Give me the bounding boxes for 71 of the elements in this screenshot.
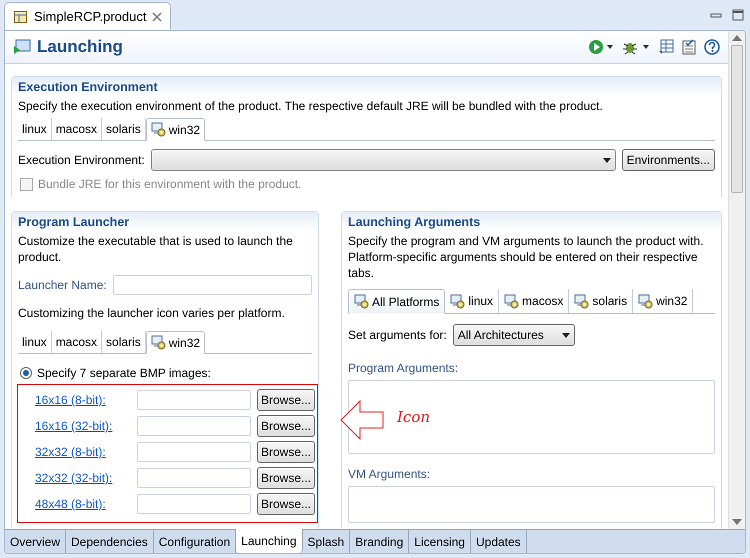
launcher-name-field[interactable] — [112, 275, 312, 295]
image-size-link[interactable]: 48x48 (8-bit): — [35, 497, 137, 511]
editor-page-tab[interactable]: Dependencies — [66, 530, 154, 553]
field-label: Launcher Name: — [18, 278, 107, 292]
environments-button[interactable]: Environments... — [622, 149, 715, 171]
close-icon[interactable] — [152, 12, 162, 22]
monitor-gear-icon — [150, 335, 166, 350]
product-file-icon — [13, 9, 28, 24]
image-path-field[interactable] — [137, 468, 251, 488]
program-arguments-field[interactable] — [348, 380, 715, 454]
vertical-scrollbar[interactable] — [728, 31, 745, 529]
monitor-gear-icon — [504, 294, 520, 308]
radio-label: Specify 7 separate BMP images: — [37, 366, 211, 380]
monitor-gear-icon — [354, 294, 369, 309]
browse-button[interactable]: Browse... — [257, 441, 316, 463]
field-label: Program Arguments: — [347, 360, 460, 377]
monitor-gear-icon — [150, 122, 166, 137]
section-description: Customize the executable that is used to launch the product. — [17, 233, 294, 266]
image-size-link[interactable]: 32x32 (8-bit): — [35, 445, 137, 459]
platform-tab[interactable]: All Platforms — [348, 289, 446, 314]
image-size-link[interactable]: 16x16 (8-bit): — [35, 393, 137, 407]
editor-page-tab[interactable]: Overview — [5, 530, 66, 553]
field-label: Execution Environment: — [18, 153, 145, 167]
image-size-link[interactable]: 32x32 (32-bit): — [35, 471, 137, 485]
monitor-gear-icon — [450, 294, 466, 308]
browse-button[interactable]: Browse... — [257, 493, 316, 515]
section-title: Launching Arguments — [348, 215, 480, 229]
editor-tab[interactable]: SimpleRCP.product — [4, 2, 172, 30]
caret-icon — [602, 158, 611, 162]
scroll-up-icon[interactable] — [732, 35, 742, 41]
table-icon[interactable] — [658, 39, 674, 55]
editor-page-tab[interactable]: Branding — [350, 530, 410, 553]
scroll-thumb[interactable] — [731, 45, 743, 193]
section-description: Specify the execution environment of the product. The respective default JRE will be bundled with the product. — [17, 98, 604, 115]
caret-icon — [562, 332, 570, 338]
image-size-link[interactable]: 16x16 (32-bit): — [35, 419, 137, 433]
annotation-note: Icon — [397, 408, 430, 426]
radio-button[interactable] — [20, 367, 32, 379]
checklist-icon[interactable] — [682, 39, 696, 55]
monitor-gear-icon — [638, 294, 654, 308]
browse-button[interactable]: Browse... — [257, 415, 316, 437]
browse-button[interactable]: Browse... — [257, 389, 316, 411]
icon-note: Customizing the launcher icon varies per platform. — [17, 305, 286, 322]
image-path-field[interactable] — [137, 416, 251, 436]
arrow-annotation — [340, 400, 384, 440]
editor-page-tab[interactable]: Splash — [302, 530, 350, 553]
section-title: Execution Environment — [18, 80, 158, 94]
editor-page-tab[interactable]: Updates — [470, 530, 527, 553]
field-label: VM Arguments: — [347, 466, 432, 483]
platform-tab[interactable]: win32 — [146, 118, 206, 141]
image-path-field[interactable] — [137, 442, 251, 462]
architecture-dropdown[interactable]: All Architectures — [452, 324, 575, 346]
checkbox-label: Bundle JRE for this environment with the product. — [38, 177, 302, 191]
image-path-field[interactable] — [137, 494, 251, 514]
scroll-down-icon[interactable] — [732, 519, 742, 525]
field-label: Set arguments for: — [348, 328, 447, 342]
browse-button[interactable]: Browse... — [257, 467, 316, 489]
image-path-field[interactable] — [137, 390, 251, 410]
launch-window-icon — [13, 39, 31, 55]
editor-page-tab[interactable]: Licensing — [409, 530, 471, 553]
run-icon[interactable] — [588, 39, 614, 55]
section-title: Program Launcher — [18, 215, 130, 229]
platform-tab[interactable]: win32 — [146, 331, 206, 354]
editor-page-tab[interactable]: Launching — [236, 529, 303, 553]
help-icon[interactable] — [704, 39, 720, 55]
vm-arguments-field[interactable] — [348, 486, 715, 523]
maximize-icon[interactable] — [732, 9, 744, 21]
environment-dropdown[interactable] — [150, 149, 616, 171]
form-title: Launching — [37, 37, 123, 57]
monitor-gear-icon — [574, 294, 590, 308]
section-description: Specify the program and VM arguments to launch the product with. Platform-specific arguments should be entered on their respective tabs. — [347, 233, 705, 282]
